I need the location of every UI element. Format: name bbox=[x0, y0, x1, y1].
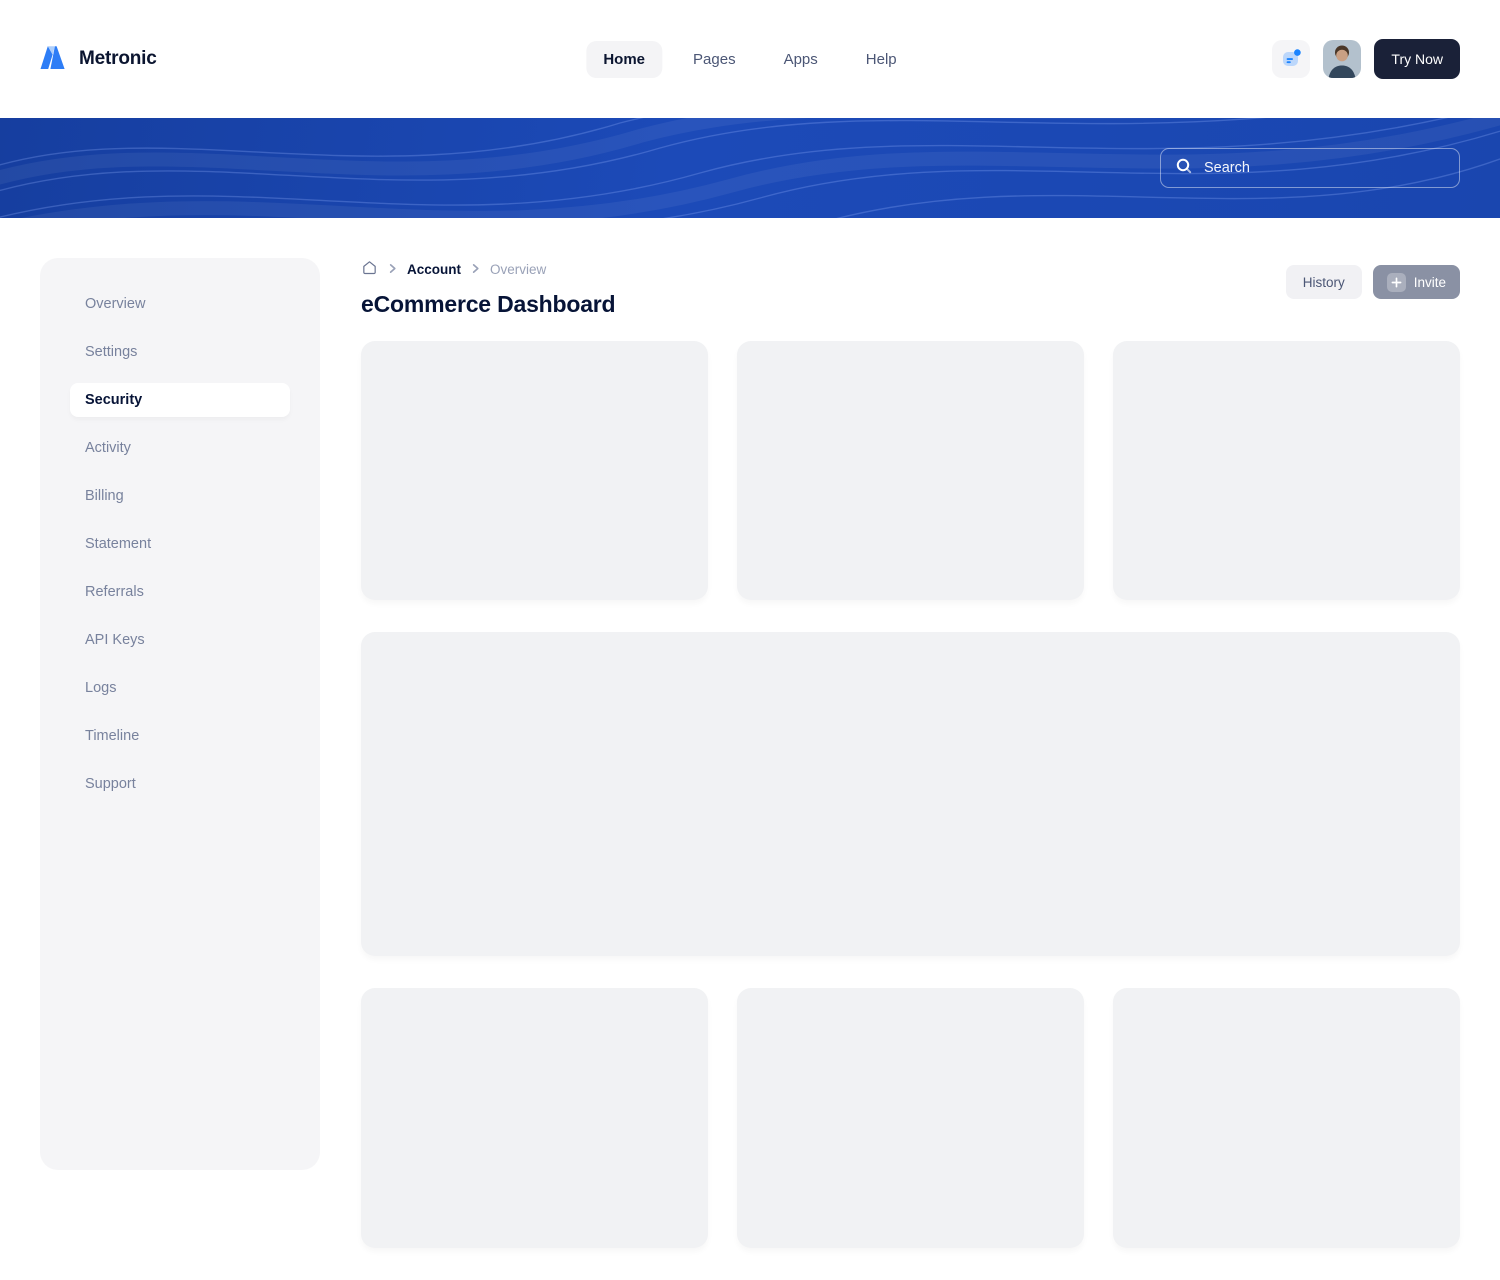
breadcrumb-item-overview: Overview bbox=[490, 262, 546, 277]
sidebar-item-support[interactable]: Support bbox=[70, 767, 290, 801]
page-toolbar: History Invite bbox=[1286, 265, 1460, 299]
placeholder-card bbox=[361, 988, 708, 1248]
sidebar-item-billing[interactable]: Billing bbox=[70, 479, 290, 513]
placeholder-card bbox=[361, 341, 708, 600]
sidebar-item-overview[interactable]: Overview bbox=[70, 287, 290, 321]
sidebar-item-api-keys[interactable]: API Keys bbox=[70, 623, 290, 657]
plus-icon bbox=[1387, 273, 1406, 292]
placeholder-card bbox=[1113, 341, 1460, 600]
sidebar-item-activity[interactable]: Activity bbox=[70, 431, 290, 465]
placeholder-card bbox=[737, 988, 1084, 1248]
user-avatar[interactable] bbox=[1323, 40, 1361, 78]
nav-item-apps[interactable]: Apps bbox=[767, 41, 835, 78]
home-icon bbox=[361, 259, 378, 279]
search-input[interactable] bbox=[1204, 160, 1445, 176]
search-box[interactable] bbox=[1160, 148, 1460, 188]
sidebar-item-security[interactable]: Security bbox=[70, 383, 290, 417]
chevron-right-icon bbox=[387, 262, 398, 277]
breadcrumb-item-account[interactable]: Account bbox=[407, 262, 461, 277]
main-nav: Home Pages Apps Help bbox=[586, 41, 913, 78]
app-header: Metronic Home Pages Apps Help bbox=[0, 0, 1500, 118]
notification-icon bbox=[1279, 46, 1303, 73]
placeholder-card bbox=[737, 341, 1084, 600]
sidebar-item-referrals[interactable]: Referrals bbox=[70, 575, 290, 609]
history-button[interactable]: History bbox=[1286, 265, 1362, 299]
nav-item-home[interactable]: Home bbox=[586, 41, 662, 78]
chevron-right-icon bbox=[470, 262, 481, 277]
brand[interactable]: Metronic bbox=[40, 44, 157, 75]
hero-banner bbox=[0, 118, 1500, 218]
header-actions: Try Now bbox=[1272, 39, 1460, 79]
placeholder-card bbox=[1113, 988, 1460, 1248]
breadcrumb-home-link[interactable] bbox=[361, 259, 378, 279]
card-row-top bbox=[361, 341, 1460, 600]
sidebar-item-timeline[interactable]: Timeline bbox=[70, 719, 290, 753]
sidebar-item-settings[interactable]: Settings bbox=[70, 335, 290, 369]
nav-item-help[interactable]: Help bbox=[849, 41, 914, 78]
sidebar: Overview Settings Security Activity Bill… bbox=[40, 258, 320, 1170]
invite-button[interactable]: Invite bbox=[1373, 265, 1460, 299]
metronic-logo-icon bbox=[40, 44, 69, 75]
notification-button[interactable] bbox=[1272, 40, 1310, 78]
nav-item-pages[interactable]: Pages bbox=[676, 41, 753, 78]
sidebar-item-statement[interactable]: Statement bbox=[70, 527, 290, 561]
search-icon bbox=[1175, 157, 1193, 180]
brand-name: Metronic bbox=[79, 48, 157, 70]
try-now-button[interactable]: Try Now bbox=[1374, 39, 1460, 79]
content-area: Account Overview eCommerce Dashboard His… bbox=[361, 258, 1460, 1280]
invite-button-label: Invite bbox=[1414, 275, 1446, 290]
sidebar-item-logs[interactable]: Logs bbox=[70, 671, 290, 705]
placeholder-card-wide bbox=[361, 632, 1460, 956]
card-row-bottom bbox=[361, 988, 1460, 1248]
main-layout: Overview Settings Security Activity Bill… bbox=[0, 218, 1500, 1280]
